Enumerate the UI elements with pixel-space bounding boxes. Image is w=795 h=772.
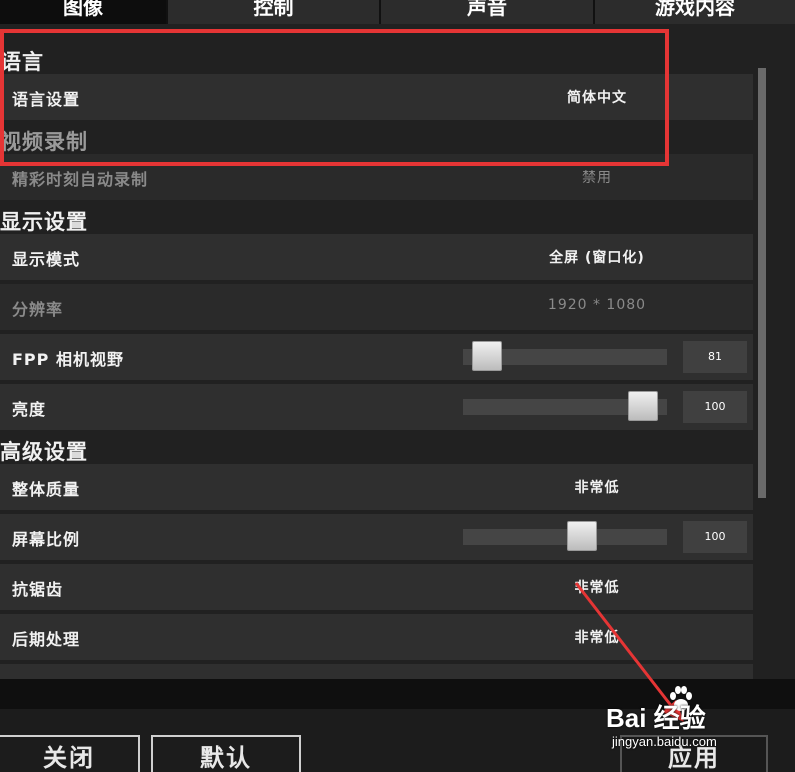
tab-image[interactable]: 图像	[0, 0, 166, 24]
display-mode-select[interactable]: 全屏 (窗口化)	[490, 247, 704, 267]
row-resolution[interactable]: 分辨率 1920 * 1080	[0, 284, 753, 330]
section-display: 显示设置	[0, 210, 88, 234]
row-label: 整体质量	[12, 480, 81, 499]
baidu-watermark: Bai 经验 jingyan.baidu.com	[606, 684, 756, 756]
row-label: 精彩时刻自动录制	[12, 170, 149, 189]
brightness-value-field[interactable]: 100	[683, 391, 747, 423]
row-label: 显示模式	[12, 250, 81, 269]
slider-thumb[interactable]	[628, 391, 658, 421]
row-next-partial	[0, 664, 753, 679]
row-post-processing[interactable]: 后期处理 非常低	[0, 614, 753, 660]
tab-sound[interactable]: 声音	[381, 0, 593, 24]
scrollbar[interactable]	[758, 68, 766, 498]
row-display-mode[interactable]: 显示模式 全屏 (窗口化)	[0, 234, 753, 280]
slider-thumb[interactable]	[567, 521, 597, 551]
tab-game-content[interactable]: 游戏内容	[595, 0, 795, 24]
row-label: 屏幕比例	[12, 530, 81, 549]
highlight-box	[0, 29, 669, 166]
screen-scale-slider[interactable]	[463, 521, 667, 551]
row-anti-aliasing[interactable]: 抗锯齿 非常低	[0, 564, 753, 610]
watermark-brand: Bai 经验	[606, 703, 706, 733]
row-screen-scale: 屏幕比例 100	[0, 514, 753, 560]
row-label: 后期处理	[12, 630, 81, 649]
row-brightness: 亮度 100	[0, 384, 753, 430]
row-label: 抗锯齿	[12, 580, 64, 599]
row-label: 亮度	[12, 400, 47, 419]
fpp-fov-slider[interactable]	[463, 341, 667, 371]
close-button[interactable]: 关闭	[0, 735, 140, 772]
overall-quality-select[interactable]: 非常低	[490, 477, 704, 497]
section-advanced: 高级设置	[0, 440, 88, 464]
row-label: 分辨率	[12, 300, 64, 319]
watermark-url: jingyan.baidu.com	[612, 734, 717, 749]
brightness-slider[interactable]	[463, 391, 667, 421]
fpp-fov-value-field[interactable]: 81	[683, 341, 747, 373]
tab-bar: 图像 控制 声音 游戏内容	[0, 0, 795, 24]
resolution-select[interactable]: 1920 * 1080	[490, 297, 704, 313]
row-overall-quality[interactable]: 整体质量 非常低	[0, 464, 753, 510]
post-processing-select[interactable]: 非常低	[490, 627, 704, 647]
default-button[interactable]: 默认	[151, 735, 301, 772]
row-fpp-fov: FPP 相机视野 81	[0, 334, 753, 380]
tab-controls[interactable]: 控制	[168, 0, 379, 24]
row-label: FPP 相机视野	[12, 350, 124, 369]
screen-scale-value-field[interactable]: 100	[683, 521, 747, 553]
anti-aliasing-select[interactable]: 非常低	[490, 577, 704, 597]
highlight-record-select[interactable]: 禁用	[490, 167, 704, 187]
slider-thumb[interactable]	[472, 341, 502, 371]
